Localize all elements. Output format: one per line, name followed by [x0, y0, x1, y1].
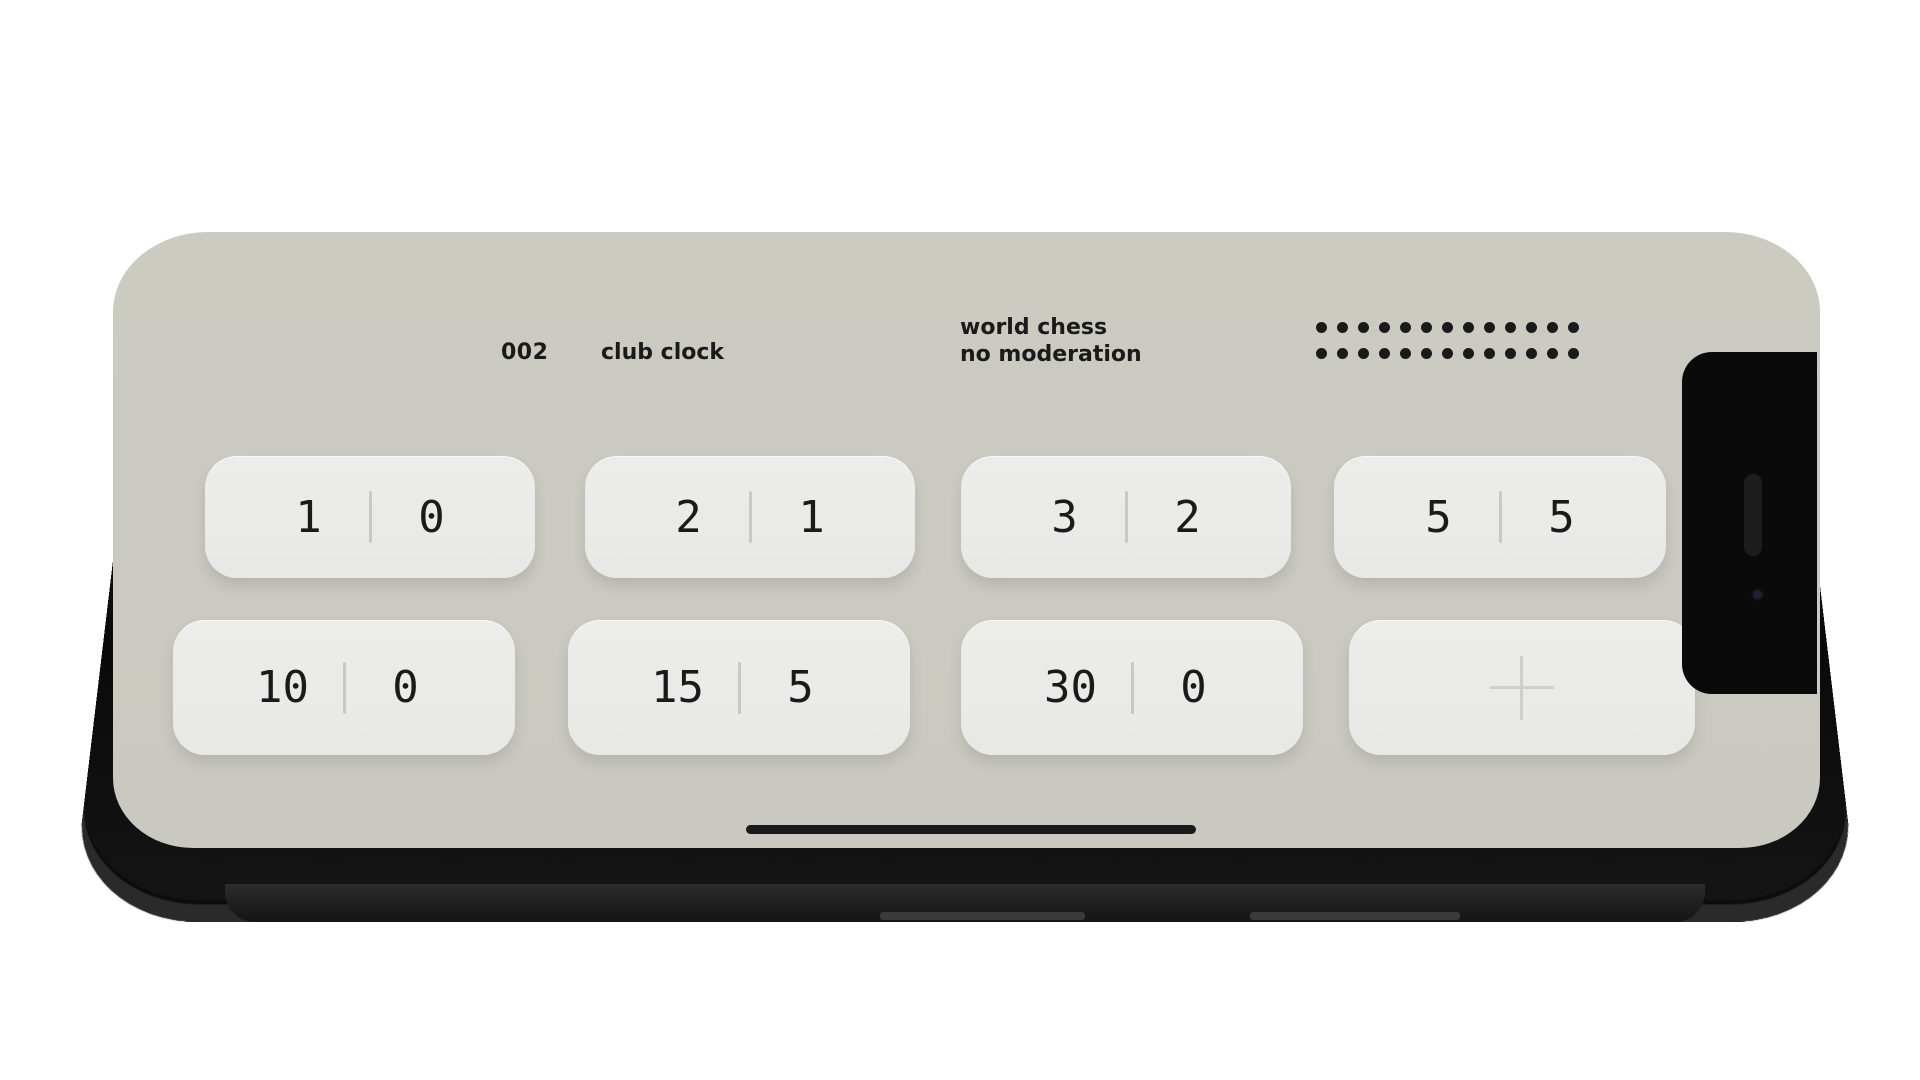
- preset-number: 002: [501, 340, 549, 365]
- phone-screen: 002 club clock world chess no moderation…: [113, 232, 1820, 848]
- preset-minutes: 10: [256, 662, 309, 713]
- preset-increment: 0: [418, 491, 445, 543]
- preset-minutes: 3: [1051, 491, 1078, 543]
- preset-increment: 0: [1180, 662, 1207, 713]
- subtitle-line-1: world chess: [960, 315, 1108, 340]
- volume-button: [880, 912, 1085, 920]
- preset-increment: 5: [787, 662, 814, 713]
- preset-button-3-2[interactable]: 3 2: [961, 456, 1291, 578]
- power-button: [1250, 912, 1460, 920]
- app-title: club clock: [601, 340, 725, 365]
- home-indicator[interactable]: [746, 825, 1196, 834]
- preset-increment: 5: [1548, 491, 1575, 543]
- app-subtitle: world chess no moderation: [960, 314, 1142, 368]
- preset-minutes: 2: [675, 491, 702, 543]
- dot-pattern: [1316, 322, 1636, 374]
- preset-increment: 1: [798, 491, 825, 543]
- front-camera-icon: [1753, 590, 1762, 599]
- preset-button-15-5[interactable]: 15 5: [568, 620, 910, 755]
- preset-minutes: 1: [295, 491, 322, 543]
- preset-increment: 2: [1174, 491, 1201, 543]
- subtitle-line-2: no moderation: [960, 342, 1142, 367]
- dot-row: [1316, 322, 1636, 333]
- preset-button-5-5[interactable]: 5 5: [1334, 456, 1666, 578]
- preset-button-2-1[interactable]: 2 1: [585, 456, 915, 578]
- preset-button-30-0[interactable]: 30 0: [961, 620, 1303, 755]
- preset-minutes: 15: [651, 662, 704, 713]
- stage: 002 club clock world chess no moderation…: [0, 0, 1920, 1080]
- preset-button-1-0[interactable]: 1 0: [205, 456, 535, 578]
- preset-button-10-0[interactable]: 10 0: [173, 620, 515, 755]
- plus-icon: [1490, 655, 1554, 720]
- dot-row: [1316, 348, 1636, 359]
- preset-increment: 0: [392, 662, 419, 713]
- speaker-grille: [1744, 474, 1762, 556]
- preset-minutes: 5: [1425, 491, 1452, 543]
- add-preset-button[interactable]: [1349, 620, 1695, 755]
- preset-minutes: 30: [1044, 662, 1097, 713]
